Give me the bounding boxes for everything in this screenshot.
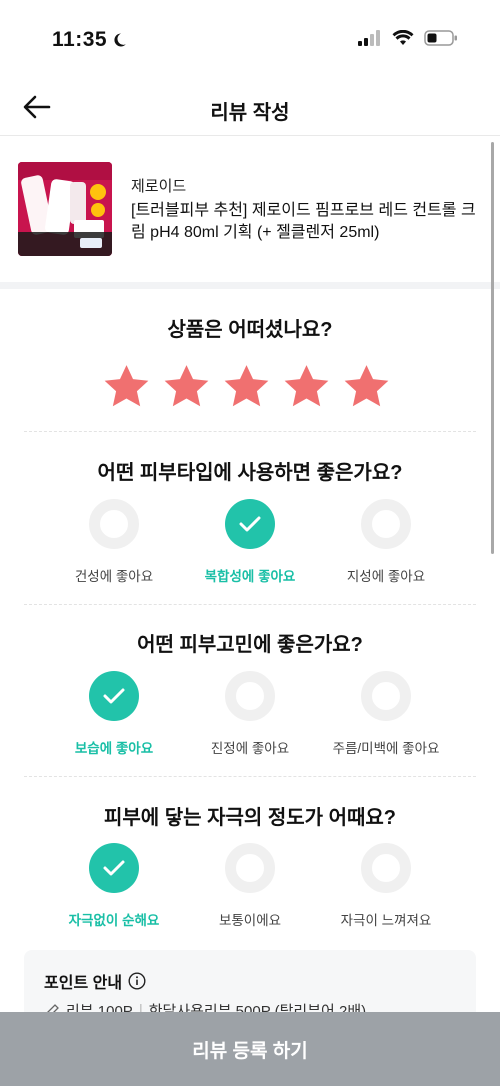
product-brand: 제로이드 (131, 178, 187, 195)
info-icon[interactable] (128, 972, 146, 990)
status-bar: 11:35 (0, 0, 500, 80)
option-label: 보습에 좋아요 (74, 741, 154, 756)
product-name: [트러블피부 추천] 제로이드 핌프로브 레드 컨트롤 크림 pH4 80ml … (131, 202, 476, 241)
option-label: 복합성에 좋아요 (204, 569, 296, 584)
product-image-icon (18, 162, 112, 256)
check-circle-icon (89, 671, 139, 721)
option-button[interactable]: 자극없이 순해요 (44, 843, 184, 929)
star-icon[interactable] (102, 362, 151, 411)
status-icons (358, 30, 458, 46)
option-button[interactable]: 자극이 느껴져요 (316, 843, 456, 929)
option-label: 진정에 좋아요 (210, 741, 290, 756)
question-title-irritation: 피부에 닿는 자극의 정도가 어때요? (103, 807, 397, 829)
battery-icon (424, 30, 457, 46)
product-thumbnail (18, 162, 112, 256)
option-button[interactable]: 진정에 좋아요 (180, 671, 320, 757)
check-circle-icon (225, 499, 275, 549)
option-label: 자극없이 순해요 (68, 913, 160, 928)
question-title-skin-type: 어떤 피부타입에 사용하면 좋은가요? (97, 462, 403, 484)
section-divider (0, 282, 500, 289)
scrollbar[interactable] (491, 142, 494, 554)
nav-bar: 리뷰 작성 (0, 80, 500, 136)
option-button[interactable]: 복합성에 좋아요 (180, 499, 320, 585)
status-time-text: 11:35 (52, 28, 108, 51)
empty-circle-icon (225, 843, 275, 893)
star-icon[interactable] (162, 362, 211, 411)
divider (24, 776, 476, 777)
empty-circle-icon (225, 671, 275, 721)
points-title-text: 포인트 안내 (44, 975, 123, 992)
moon-icon (114, 33, 126, 47)
star-icon[interactable] (342, 362, 391, 411)
rating-title: 상품은 어떠셨나요? (167, 319, 333, 341)
signal-icon (358, 30, 380, 46)
divider (24, 604, 476, 605)
option-label: 건성에 좋아요 (74, 569, 154, 584)
star-icon[interactable] (222, 362, 271, 411)
option-button[interactable]: 건성에 좋아요 (44, 499, 184, 585)
page-title: 리뷰 작성 (210, 102, 290, 124)
star-icon[interactable] (282, 362, 331, 411)
status-time: 11:35 (52, 28, 127, 52)
option-label: 보통이에요 (218, 913, 282, 928)
question-title-skin-concern: 어떤 피부고민에 좋은가요? (137, 634, 363, 656)
check-icon (103, 688, 125, 704)
wifi-icon (392, 30, 414, 45)
option-label: 자극이 느껴져요 (340, 913, 432, 928)
submit-review-button[interactable]: 리뷰 등록 하기 (0, 1012, 500, 1086)
option-label: 주름/미백에 좋아요 (332, 741, 440, 756)
option-label: 지성에 좋아요 (346, 569, 426, 584)
product-summary: 제로이드 [트러블피부 추천] 제로이드 핌프로브 레드 컨트롤 크림 pH4 … (0, 137, 500, 282)
empty-circle-icon (361, 499, 411, 549)
option-button[interactable]: 보통이에요 (180, 843, 320, 929)
option-button[interactable]: 보습에 좋아요 (44, 671, 184, 757)
empty-circle-icon (89, 499, 139, 549)
option-button[interactable]: 지성에 좋아요 (316, 499, 456, 585)
check-icon (239, 516, 261, 532)
empty-circle-icon (361, 843, 411, 893)
check-icon (103, 860, 125, 876)
empty-circle-icon (361, 671, 411, 721)
points-title: 포인트 안내 (44, 969, 146, 993)
divider (24, 431, 476, 432)
option-button[interactable]: 주름/미백에 좋아요 (316, 671, 456, 757)
check-circle-icon (89, 843, 139, 893)
star-rating[interactable] (102, 362, 391, 411)
